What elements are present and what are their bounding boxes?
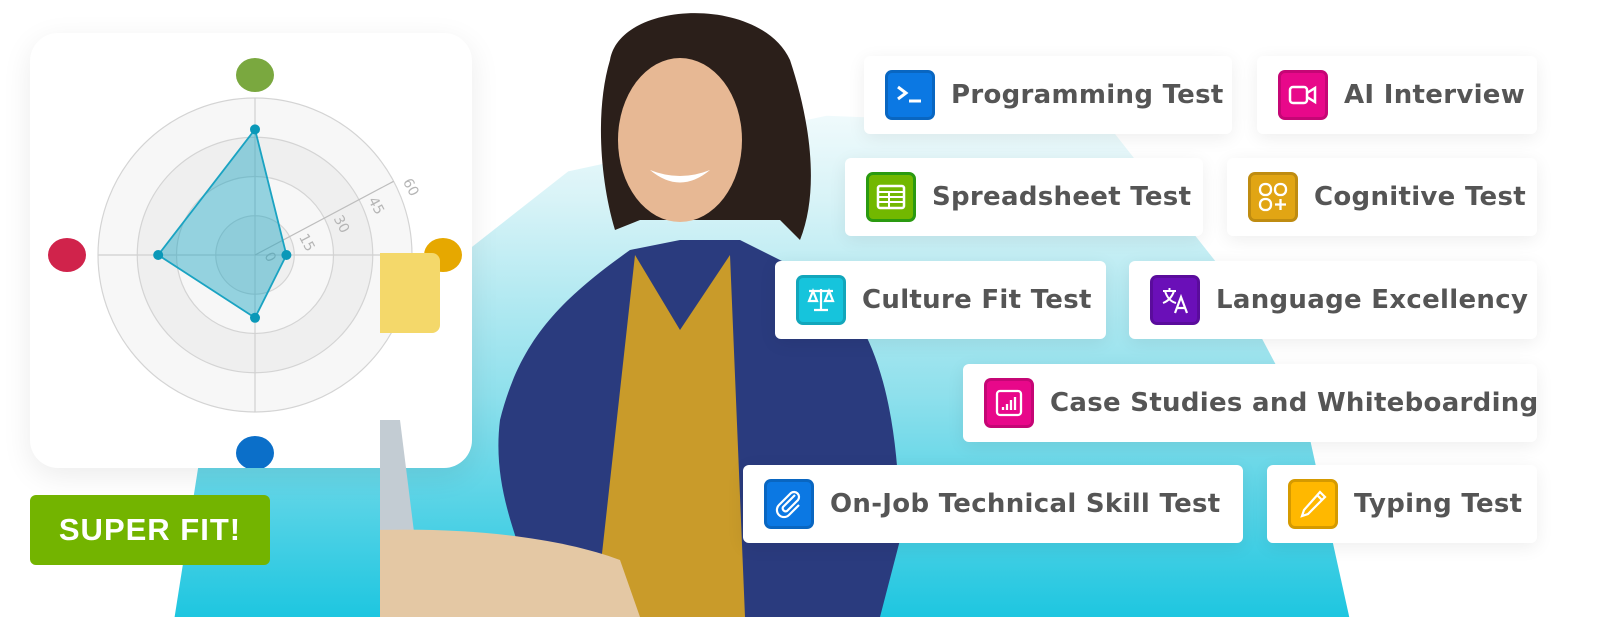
mug xyxy=(380,253,440,333)
test-label: Language Excellency xyxy=(1216,285,1529,315)
scales-icon xyxy=(796,275,846,325)
test-case-studies[interactable]: Case Studies and Whiteboarding xyxy=(963,364,1539,442)
test-label: Programming Test xyxy=(951,80,1224,110)
super-fit-badge: SUPER FIT! xyxy=(30,495,270,565)
bar-chart-board-icon xyxy=(984,378,1034,428)
test-label: Case Studies and Whiteboarding xyxy=(1050,388,1539,418)
radar-axis-marker xyxy=(236,436,274,468)
shapes-plus-icon xyxy=(1248,172,1298,222)
test-culture-fit[interactable]: Culture Fit Test xyxy=(775,261,1106,339)
radar-axis-marker xyxy=(236,58,274,92)
spreadsheet-icon xyxy=(866,172,916,222)
test-label: AI Interview xyxy=(1344,80,1526,110)
test-label: Culture Fit Test xyxy=(862,285,1092,315)
translate-icon xyxy=(1150,275,1200,325)
pencil-icon xyxy=(1288,479,1338,529)
radar-data-point xyxy=(281,250,292,260)
radar-data-point xyxy=(250,312,260,323)
test-ai-interview[interactable]: AI Interview xyxy=(1257,56,1537,134)
test-label: Cognitive Test xyxy=(1314,182,1526,212)
test-label: Typing Test xyxy=(1354,489,1523,519)
radar-axis-marker xyxy=(48,238,86,272)
radar-data-point xyxy=(250,124,260,135)
test-label: On-Job Technical Skill Test xyxy=(830,489,1221,519)
test-cognitive[interactable]: Cognitive Test xyxy=(1227,158,1537,236)
test-typing[interactable]: Typing Test xyxy=(1267,465,1537,543)
face xyxy=(618,58,742,222)
test-spreadsheet[interactable]: Spreadsheet Test xyxy=(845,158,1203,236)
test-programming[interactable]: Programming Test xyxy=(864,56,1232,134)
test-label: Spreadsheet Test xyxy=(932,182,1192,212)
terminal-icon xyxy=(885,70,935,120)
paperclip-icon xyxy=(764,479,814,529)
video-camera-icon xyxy=(1278,70,1328,120)
test-language[interactable]: Language Excellency xyxy=(1129,261,1537,339)
radar-data-point xyxy=(153,250,164,260)
test-on-job-technical[interactable]: On-Job Technical Skill Test xyxy=(743,465,1243,543)
